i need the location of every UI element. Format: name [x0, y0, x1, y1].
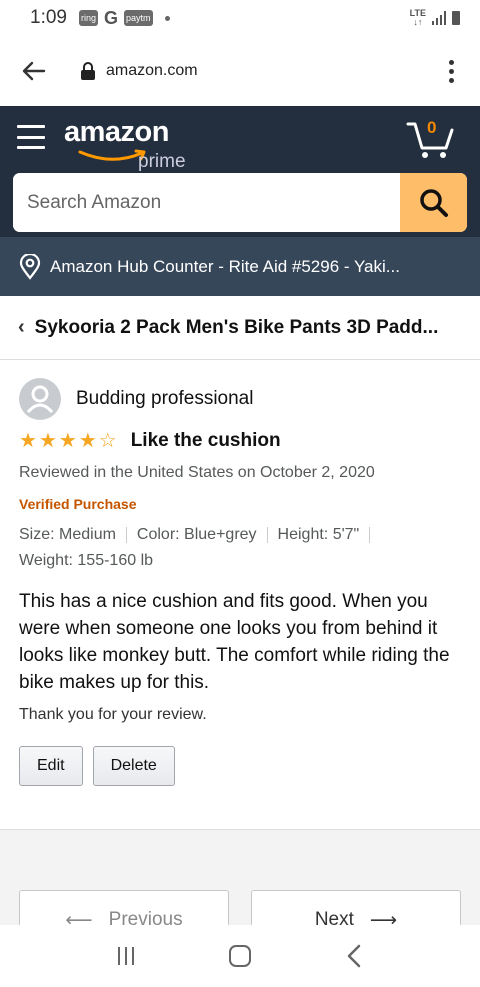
- pagination: ⟵ Previous Next ⟶: [0, 830, 480, 925]
- logo-text: amazon: [64, 116, 169, 148]
- battery-icon: [452, 11, 460, 25]
- search-icon: [419, 188, 448, 217]
- review-actions: Edit Delete: [19, 746, 461, 786]
- star-filled-icon: ★: [38, 430, 57, 452]
- attr-weight: Weight: 155-160 lb: [19, 552, 154, 569]
- location-pin-icon: [18, 253, 42, 280]
- divider: [125, 526, 127, 543]
- reviewer-row: Budding professional: [19, 378, 461, 420]
- previous-label: Previous: [108, 909, 183, 925]
- system-nav-bar: [0, 925, 480, 987]
- location-text: Amazon Hub Counter - Rite Aid #5296 - Ya…: [50, 256, 400, 276]
- product-title: Sykooria 2 Pack Men's Bike Pants 3D Padd…: [34, 316, 439, 338]
- ring-app-icon: ring: [78, 10, 98, 26]
- lock-icon: [78, 60, 98, 82]
- amazon-prime-logo[interactable]: amazon prime: [64, 116, 194, 174]
- edit-button[interactable]: Edit: [19, 746, 83, 786]
- delete-button[interactable]: Delete: [92, 746, 175, 786]
- browser-bar: amazon.com: [0, 36, 480, 106]
- lte-label: LTE: [409, 8, 426, 18]
- status-time: 1:09: [30, 7, 67, 28]
- verified-purchase-badge: Verified Purchase: [19, 496, 137, 512]
- search-input[interactable]: [13, 173, 400, 232]
- chevron-left-icon: ‹: [18, 316, 25, 338]
- avatar: [19, 378, 61, 420]
- star-filled-icon: ★: [58, 430, 77, 452]
- status-right: LTE ↓↑: [410, 9, 460, 27]
- delivery-location-bar[interactable]: Amazon Hub Counter - Rite Aid #5296 - Ya…: [0, 237, 480, 296]
- search-bar: [13, 173, 467, 232]
- logo-prime-text: prime: [138, 151, 186, 172]
- star-filled-icon: ★: [19, 430, 37, 452]
- arrow-left-icon: ⟵: [65, 910, 93, 925]
- review-body: This has a nice cushion and fits good. W…: [19, 591, 450, 693]
- review-title: Like the cushion: [130, 430, 281, 451]
- lte-indicator: LTE ↓↑: [409, 8, 426, 27]
- next-label: Next: [314, 909, 354, 925]
- review-card: Budding professional ★ ★ ★ ★ ☆ Like the …: [0, 360, 480, 830]
- notification-dot-icon: [164, 15, 170, 21]
- attr-height: Height: 5'7": [277, 526, 360, 543]
- divider: [369, 526, 371, 543]
- product-attributes: Size: Medium Color: Blue+grey Height: 5'7"…: [19, 522, 461, 574]
- review-date: Reviewed in the United States on October…: [19, 464, 375, 481]
- more-options-icon[interactable]: [439, 54, 464, 89]
- system-back-icon[interactable]: [346, 944, 362, 968]
- cart-count: 0: [427, 118, 437, 137]
- product-back-link[interactable]: ‹ Sykooria 2 Pack Men's Bike Pants 3D Pa…: [0, 296, 480, 360]
- home-icon[interactable]: [228, 945, 251, 967]
- google-icon: G: [104, 7, 119, 28]
- signal-icon: [432, 11, 446, 25]
- recent-apps-icon[interactable]: [117, 947, 134, 965]
- cart-button[interactable]: 0: [406, 118, 456, 160]
- star-rating: ★ ★ ★ ★ ☆: [19, 431, 117, 451]
- rating-row: ★ ★ ★ ★ ☆ Like the cushion: [19, 430, 461, 452]
- reviewer-name[interactable]: Budding professional: [76, 388, 253, 410]
- star-empty-icon: ☆: [98, 430, 117, 452]
- star-filled-icon: ★: [78, 430, 97, 452]
- hamburger-menu-icon[interactable]: [17, 125, 45, 149]
- url-text[interactable]: amazon.com: [106, 62, 198, 80]
- next-page-button[interactable]: Next ⟶: [251, 890, 461, 925]
- attr-color: Color: Blue+grey: [136, 526, 257, 543]
- divider: [266, 526, 268, 543]
- user-icon: [26, 385, 54, 414]
- amazon-header: amazon prime 0: [0, 106, 480, 237]
- arrow-right-icon: ⟶: [369, 910, 398, 925]
- attr-size: Size: Medium: [19, 526, 116, 543]
- paytm-app-icon: paytm: [124, 10, 153, 26]
- search-button[interactable]: [400, 173, 467, 232]
- thank-you-message: Thank you for your review.: [19, 706, 207, 723]
- back-arrow-icon[interactable]: [16, 53, 52, 89]
- status-bar: 1:09 ring G paytm LTE ↓↑: [0, 0, 480, 36]
- previous-page-button[interactable]: ⟵ Previous: [19, 890, 229, 925]
